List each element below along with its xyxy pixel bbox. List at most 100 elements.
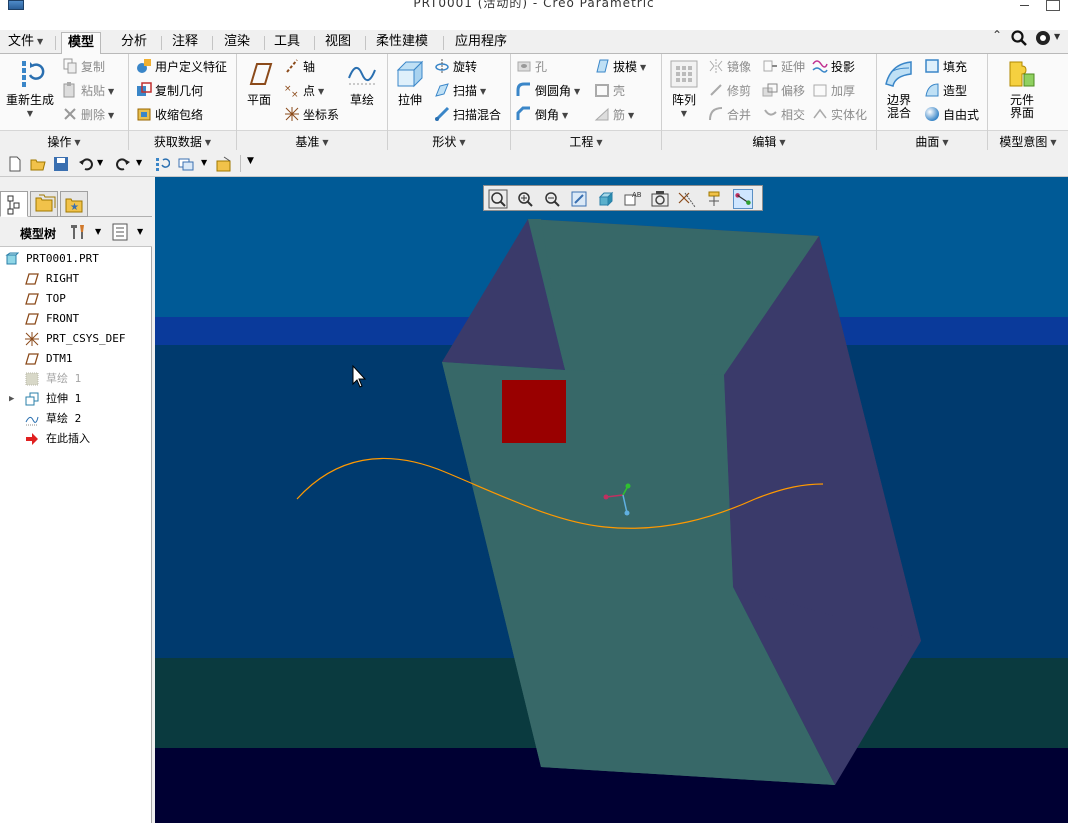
tab-model-tree[interactable] bbox=[0, 191, 28, 217]
copy-geometry-button[interactable]: 复制几何 bbox=[136, 81, 203, 101]
tab-applications[interactable]: 应用程序 bbox=[449, 32, 513, 54]
zoom-out-icon[interactable] bbox=[542, 189, 562, 209]
trim-button[interactable]: 修剪 bbox=[708, 81, 751, 101]
refit-icon[interactable] bbox=[488, 189, 508, 209]
style-icon bbox=[924, 82, 940, 98]
offset-button[interactable]: 偏移 bbox=[762, 81, 805, 101]
collapse-ribbon-icon[interactable]: ⌃ bbox=[992, 28, 1002, 42]
annotation-display-icon[interactable] bbox=[704, 189, 724, 209]
pattern-button[interactable]: 阵列 ▼ bbox=[666, 58, 702, 120]
shrinkwrap-button[interactable]: 收缩包络 bbox=[136, 105, 203, 125]
tab-analysis[interactable]: 分析 bbox=[115, 32, 153, 54]
hole-icon bbox=[516, 58, 532, 74]
project-button[interactable]: 投影 bbox=[812, 57, 855, 77]
tab-flexible-modeling[interactable]: 柔性建模 bbox=[370, 32, 434, 54]
extrude-button[interactable]: 拉伸 bbox=[392, 58, 428, 107]
sweep-button[interactable]: 扫描 ▼ bbox=[434, 81, 486, 101]
solidify-button[interactable]: 实体化 bbox=[812, 105, 867, 125]
help-icon[interactable] bbox=[1034, 29, 1052, 47]
search-icon[interactable] bbox=[1010, 29, 1028, 47]
new-file-icon[interactable] bbox=[7, 156, 23, 172]
plane-button[interactable]: 平面 bbox=[240, 58, 278, 107]
extend-button[interactable]: 延伸 bbox=[762, 57, 805, 77]
datum-display-filters-icon[interactable] bbox=[677, 189, 697, 209]
expand-arrow-icon[interactable]: ▶ bbox=[9, 389, 14, 409]
tab-annotate[interactable]: 注释 bbox=[166, 32, 204, 54]
windows-dropdown-icon[interactable]: ▼ bbox=[201, 158, 207, 167]
help-dropdown-icon[interactable]: ▼ bbox=[1054, 32, 1060, 41]
restore-icon[interactable] bbox=[1046, 0, 1060, 11]
thicken-button[interactable]: 加厚 bbox=[812, 81, 855, 101]
draft-label: 拔模 bbox=[613, 60, 638, 74]
merge-button[interactable]: 合并 bbox=[708, 105, 751, 125]
paste-button[interactable]: 粘贴 ▼ bbox=[62, 81, 114, 101]
show-menu-icon[interactable] bbox=[112, 223, 128, 241]
ribbon: 重新生成 ▼ 复制 粘贴 ▼ 删除 ▼ 操作 ▼ 用户定义特征 复制几何 收缩包络 获取… bbox=[0, 54, 1068, 150]
display-style-icon[interactable] bbox=[596, 189, 616, 209]
save-icon[interactable] bbox=[53, 156, 69, 172]
style-button[interactable]: 造型 bbox=[924, 81, 967, 101]
tree-settings-dropdown-icon[interactable]: ▼ bbox=[95, 227, 101, 236]
group-engineering[interactable]: 工程 ▼ bbox=[511, 130, 661, 150]
redo-dropdown-icon[interactable]: ▼ bbox=[136, 158, 142, 167]
group-model-intent[interactable]: 模型意图 ▼ bbox=[988, 130, 1068, 150]
boundary-blend-button[interactable]: 边界 混合 bbox=[880, 58, 918, 120]
chamfer-button[interactable]: 倒角 ▼ bbox=[516, 105, 568, 125]
tab-render[interactable]: 渲染 bbox=[218, 32, 256, 54]
minimize-icon[interactable] bbox=[1017, 0, 1031, 11]
redo-icon[interactable] bbox=[115, 156, 131, 172]
group-datum[interactable]: 基准 ▼ bbox=[237, 130, 387, 150]
freestyle-button[interactable]: 自由式 bbox=[924, 105, 979, 125]
open-folder-icon[interactable] bbox=[30, 156, 46, 172]
user-defined-feature-button[interactable]: 用户定义特征 bbox=[136, 57, 227, 77]
swept-blend-button[interactable]: 扫描混合 bbox=[434, 105, 501, 125]
tree-item-label: FRONT bbox=[46, 312, 80, 325]
round-button[interactable]: 倒圆角 ▼ bbox=[516, 81, 580, 101]
close-window-icon[interactable] bbox=[216, 156, 232, 172]
project-icon bbox=[812, 58, 828, 74]
copy-button[interactable]: 复制 bbox=[62, 57, 105, 77]
view-manager-icon[interactable] bbox=[650, 189, 670, 209]
tab-view[interactable]: 视图 bbox=[319, 32, 357, 54]
tab-favorites[interactable]: ★ bbox=[60, 191, 88, 217]
intersect-button[interactable]: 相交 bbox=[762, 105, 805, 125]
graphics-viewport[interactable]: AB bbox=[155, 177, 1068, 823]
tab-tools[interactable]: 工具 bbox=[268, 32, 306, 54]
tab-model[interactable]: 模型 bbox=[61, 32, 102, 55]
group-operations[interactable]: 操作 ▼ bbox=[0, 130, 128, 150]
fill-button[interactable]: 填充 bbox=[924, 57, 967, 77]
group-editing[interactable]: 编辑 ▼ bbox=[662, 130, 876, 150]
tab-file-label: 文件 bbox=[8, 34, 35, 49]
sketch-button[interactable]: 草绘 bbox=[344, 58, 380, 107]
rib-button[interactable]: 筋 ▼ bbox=[594, 105, 634, 125]
axis-button[interactable]: 轴 bbox=[284, 57, 315, 77]
tab-folder-browser[interactable] bbox=[30, 191, 58, 217]
regenerate-button[interactable]: 重新生成 ▼ bbox=[4, 58, 56, 120]
point-button[interactable]: × × 点 ▼ bbox=[284, 81, 324, 101]
group-shapes[interactable]: 形状 ▼ bbox=[388, 130, 510, 150]
undo-dropdown-icon[interactable]: ▼ bbox=[97, 158, 103, 167]
draft-button[interactable]: 拔模 ▼ bbox=[594, 57, 646, 77]
show-menu-dropdown-icon[interactable]: ▼ bbox=[137, 227, 143, 236]
tree-settings-icon[interactable] bbox=[68, 223, 88, 241]
fill-icon bbox=[924, 58, 940, 74]
group-surfaces[interactable]: 曲面 ▼ bbox=[877, 130, 987, 150]
revolve-button[interactable]: 旋转 bbox=[434, 57, 477, 77]
delete-button[interactable]: 删除 ▼ bbox=[62, 105, 114, 125]
customize-qat-dropdown-icon[interactable]: ▼ bbox=[247, 156, 254, 166]
hole-button[interactable]: 孔 bbox=[516, 57, 547, 77]
repaint-icon[interactable] bbox=[569, 189, 589, 209]
group-get-data[interactable]: 获取数据 ▼ bbox=[129, 130, 236, 150]
component-interface-button[interactable]: 元件 界面 bbox=[998, 58, 1046, 120]
saved-orientations-icon[interactable]: AB bbox=[623, 189, 643, 209]
group-editing-label: 编辑 bbox=[752, 135, 777, 149]
undo-icon[interactable] bbox=[78, 156, 94, 172]
tab-file[interactable]: 文件 ▼ bbox=[2, 32, 49, 54]
csys-button[interactable]: 坐标系 bbox=[284, 105, 339, 125]
regenerate-small-icon[interactable] bbox=[154, 156, 170, 172]
windows-icon[interactable] bbox=[178, 156, 194, 172]
spin-center-icon[interactable] bbox=[733, 189, 753, 209]
mirror-button[interactable]: 镜像 bbox=[708, 57, 751, 77]
zoom-in-icon[interactable] bbox=[515, 189, 535, 209]
shell-button[interactable]: 壳 bbox=[594, 81, 625, 101]
